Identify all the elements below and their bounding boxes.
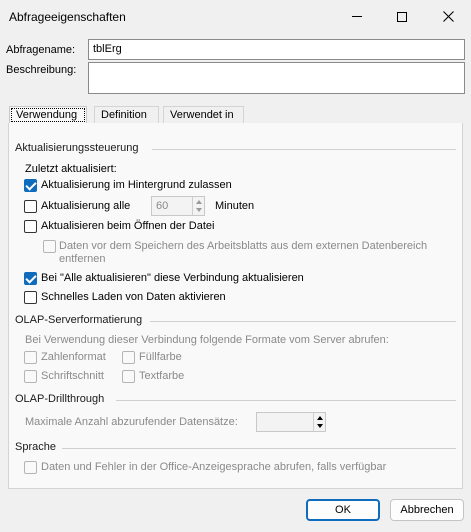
fast-load-label: Schnelles Laden von Daten aktivieren — [41, 291, 226, 303]
language-title: Sprache — [15, 441, 56, 453]
fill-color-label: Füllfarbe — [139, 351, 182, 363]
query-name-input[interactable]: tblErg — [88, 39, 465, 60]
text-color-checkbox[interactable] — [122, 370, 135, 383]
refresh-all-label: Bei "Alle aktualisieren" diese Verbindun… — [41, 272, 304, 284]
background-refresh-label: Aktualisierung im Hintergrund zulassen — [41, 179, 232, 191]
tab-definition-label: Definition — [101, 109, 147, 121]
refresh-all-checkbox[interactable] — [24, 272, 37, 285]
remove-data-label-line1: Daten vor dem Speichern des Arbeitsblatt… — [59, 240, 428, 252]
maximize-icon — [397, 11, 407, 22]
last-refreshed-label: Zuletzt aktualisiert: — [25, 163, 117, 175]
description-label: Beschreibung: — [6, 64, 77, 76]
spin-up-icon — [196, 200, 202, 204]
window-title: Abfrageeigenschaften — [9, 10, 126, 24]
max-records-spinner[interactable] — [256, 412, 326, 432]
fast-load-checkbox[interactable] — [24, 291, 37, 304]
maximize-button[interactable] — [379, 0, 425, 33]
ok-button[interactable]: OK — [306, 499, 380, 521]
refresh-minutes-value: 60 — [156, 200, 169, 212]
font-style-checkbox[interactable] — [24, 370, 37, 383]
refresh-every-checkbox[interactable] — [24, 200, 37, 213]
spin-up-icon — [317, 416, 323, 420]
olap-formatting-divider — [150, 321, 456, 322]
cancel-button-label: Abbrechen — [400, 504, 454, 516]
refresh-control-divider — [152, 149, 456, 150]
language-divider — [62, 448, 456, 449]
remove-data-label-line2: entfernen — [59, 253, 106, 265]
olap-drill-title: OLAP-Drillthrough — [15, 393, 105, 405]
background-refresh-checkbox[interactable] — [24, 179, 37, 192]
tab-verwendet-in-label: Verwendet in — [170, 109, 234, 121]
refresh-on-open-label: Aktualisieren beim Öffnen der Datei — [41, 220, 215, 232]
number-format-checkbox[interactable] — [24, 351, 37, 364]
usage-panel — [8, 123, 463, 489]
max-records-arrows[interactable] — [313, 413, 325, 431]
title-bar: Abfrageeigenschaften — [0, 0, 471, 33]
tab-verwendung-label: Verwendung — [16, 109, 78, 121]
refresh-control-title: Aktualisierungssteuerung — [15, 142, 139, 154]
olap-formatting-description: Bei Verwendung dieser Verbindung folgend… — [25, 334, 389, 346]
description-input[interactable] — [88, 62, 465, 94]
office-language-label: Daten und Fehler in der Office-Anzeigesp… — [41, 461, 387, 473]
spin-down-icon — [317, 424, 323, 428]
close-icon — [442, 11, 454, 22]
max-records-label: Maximale Anzahl abzurufender Datensätze: — [25, 416, 238, 428]
spin-down-icon — [196, 208, 202, 212]
query-name-value: tblErg — [93, 43, 122, 55]
tab-verwendung[interactable]: Verwendung — [9, 106, 87, 124]
query-name-label: Abfragename: — [6, 44, 76, 56]
minimize-button[interactable] — [334, 0, 380, 33]
olap-drill-divider — [116, 400, 456, 401]
office-language-checkbox[interactable] — [24, 461, 37, 474]
refresh-every-label: Aktualisierung alle — [41, 200, 131, 212]
tab-definition[interactable]: Definition — [94, 106, 159, 123]
spinner-arrows[interactable] — [192, 197, 204, 215]
refresh-minutes-spinner[interactable]: 60 — [151, 196, 205, 216]
ok-button-label: OK — [335, 504, 351, 516]
close-button[interactable] — [425, 0, 471, 33]
number-format-label: Zahlenformat — [41, 351, 106, 363]
text-color-label: Textfarbe — [139, 370, 185, 382]
minimize-icon — [352, 16, 362, 17]
font-style-label: Schriftschnitt — [41, 370, 104, 382]
olap-formatting-title: OLAP-Serverformatierung — [15, 314, 143, 326]
refresh-on-open-checkbox[interactable] — [24, 220, 37, 233]
tab-verwendet-in[interactable]: Verwendet in — [163, 106, 244, 123]
cancel-button[interactable]: Abbrechen — [390, 499, 464, 521]
minutes-label: Minuten — [215, 200, 255, 212]
remove-data-checkbox[interactable] — [43, 240, 56, 253]
fill-color-checkbox[interactable] — [122, 351, 135, 364]
